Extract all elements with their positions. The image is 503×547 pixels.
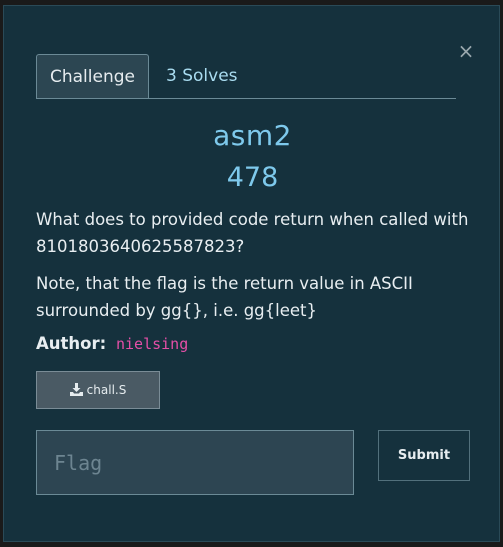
challenge-modal: × Challenge 3 Solves asm2 478 What does … [3,5,500,542]
challenge-points: 478 [226,162,279,193]
tab-solves[interactable]: 3 Solves [166,54,238,98]
author-label: Author: [36,334,107,353]
file-label: chall.S [86,383,127,397]
submit-button[interactable]: Submit [378,430,470,481]
tab-challenge[interactable]: Challenge [36,54,149,98]
challenge-tabs: Challenge 3 Solves [36,54,456,99]
flag-input[interactable] [36,430,354,495]
challenge-description-line: Note, that the flag is the return value … [36,274,413,320]
challenge-description-line: What does to provided code return when c… [36,210,469,256]
author-name: nielsing [115,335,189,353]
download-file-button[interactable]: chall.S [36,371,160,409]
download-icon [69,374,83,410]
author-line: Author: nielsing [36,334,188,353]
challenge-name: asm2 [213,119,292,152]
close-icon[interactable]: × [456,39,476,63]
